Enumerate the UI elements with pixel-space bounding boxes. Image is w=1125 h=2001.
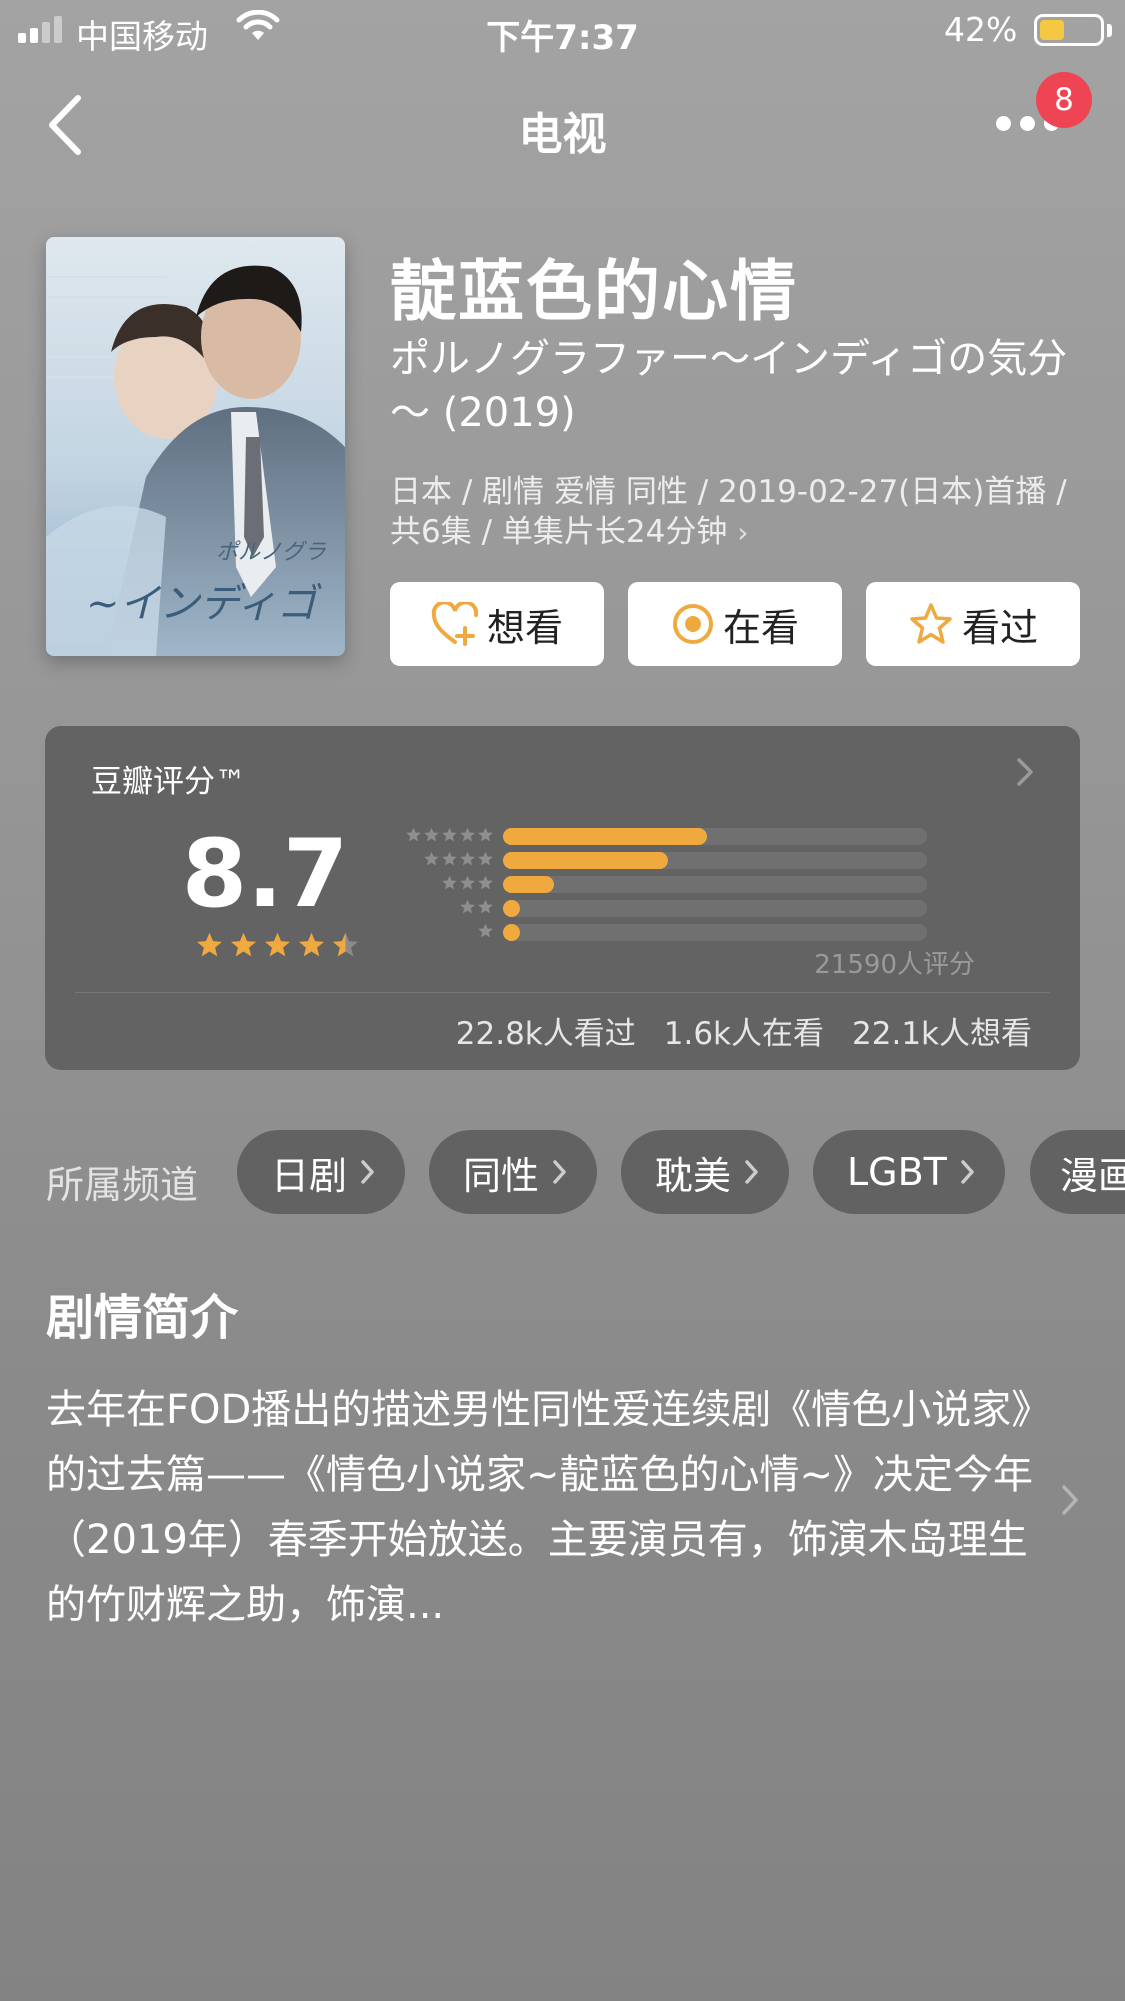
distribution-track [503, 924, 927, 941]
star-outline-icon [910, 603, 952, 644]
small-star-icon [478, 899, 493, 914]
battery-percentage: 42% [944, 10, 1018, 49]
channel-chip-manga[interactable]: 漫画 [1030, 1130, 1125, 1214]
movie-meta-info[interactable]: 日本 / 剧情 爱情 同性 / 2019-02-27(日本)首播 / 共6集 /… [390, 472, 1090, 553]
channel-chip-label: 日剧 [271, 1153, 348, 1198]
poster-caption-main: ~インディゴ [86, 581, 322, 627]
distribution-stars [477, 922, 494, 939]
movie-original-title: ポルノグラファー～インディゴの気分～ (2019) [390, 336, 1068, 436]
chevron-right-icon [961, 1160, 974, 1184]
notification-badge: 8 [1036, 72, 1092, 128]
distribution-stars [423, 850, 494, 867]
battery-icon [1034, 14, 1104, 46]
star-icon [197, 932, 222, 957]
star-icon [299, 932, 324, 957]
poster-image[interactable]: ポルノグラ ~インディゴ [46, 237, 345, 656]
synopsis-text[interactable]: 去年在FOD播出的描述男性同性爱连续剧《情色小说家》的过去篇——《情色小说家~靛… [46, 1378, 1036, 1638]
small-star-icon [442, 875, 457, 890]
small-star-icon [460, 899, 475, 914]
channels-label: 所属频道 [46, 1163, 199, 1207]
poster-caption-top: ポルノグラ [216, 540, 326, 565]
watching-count: 1.6k人在看 [663, 1016, 825, 1052]
small-star-icon [442, 851, 457, 866]
channel-chip-label: 耽美 [655, 1153, 732, 1198]
distribution-row [383, 826, 1083, 846]
small-star-icon [478, 851, 493, 866]
rating-card[interactable]: 豆瓣评分™ 8.7 21590人评分 22.8k人看过 1.6k人在看 22.1… [45, 726, 1080, 1070]
watched-label: 看过 [961, 605, 1038, 650]
channel-chip-lgbt[interactable]: LGBT [813, 1130, 1005, 1214]
star-icon [231, 932, 256, 957]
small-star-icon [442, 827, 457, 842]
small-star-icon [460, 875, 475, 890]
synopsis-title: 剧情简介 [46, 1290, 239, 1346]
heart-plus-icon [431, 602, 479, 646]
rating-stats: 22.8k人看过 1.6k人在看 22.1k人想看 [456, 1008, 1032, 1053]
status-bar: 中国移动 下午7:37 42% [0, 0, 1125, 60]
distribution-bar [503, 876, 554, 893]
chevron-right-icon [553, 1160, 566, 1184]
chevron-right-icon[interactable] [1058, 1480, 1082, 1520]
watched-button[interactable]: 看过 [866, 582, 1080, 666]
distribution-track [503, 828, 927, 845]
divider [75, 992, 1050, 993]
star-icon [265, 932, 290, 957]
watching-button[interactable]: 在看 [628, 582, 842, 666]
channel-chip-label: 漫画 [1060, 1153, 1125, 1198]
battery-tip [1107, 24, 1112, 37]
want-to-watch-button[interactable]: 想看 [390, 582, 604, 666]
channel-chip-bl[interactable]: 耽美 [621, 1130, 790, 1214]
distribution-track [503, 900, 927, 917]
distribution-bar [503, 828, 707, 845]
chevron-right-icon [745, 1160, 758, 1184]
chevron-right-icon: › [737, 516, 749, 549]
small-star-icon [424, 827, 439, 842]
watched-count: 22.8k人看过 [455, 1016, 636, 1052]
distribution-bar [503, 852, 668, 869]
channel-chip-jdrama[interactable]: 日剧 [237, 1130, 406, 1214]
distribution-row [383, 874, 1083, 894]
chevron-right-icon [361, 1160, 374, 1184]
channel-chip-label: LGBT [847, 1150, 947, 1194]
distribution-row [383, 898, 1083, 918]
small-star-icon [460, 851, 475, 866]
want-to-watch-label: 想看 [486, 605, 563, 650]
distribution-row [383, 922, 1083, 942]
rating-label: 豆瓣评分™ [91, 764, 246, 800]
distribution-bar [503, 900, 520, 917]
movie-meta-text: 日本 / 剧情 爱情 同性 / 2019-02-27(日本)首播 / 共6集 /… [390, 474, 1067, 550]
small-star-icon [406, 827, 421, 842]
distribution-stars [441, 874, 494, 891]
small-star-icon [478, 875, 493, 890]
small-star-icon [478, 923, 493, 938]
target-circle-icon [672, 604, 713, 644]
small-star-icon [478, 827, 493, 842]
movie-title: 靛蓝色的心情 [390, 253, 798, 330]
star-icon [333, 932, 358, 957]
distribution-row [383, 850, 1083, 870]
distribution-track [503, 852, 927, 869]
battery-level [1040, 20, 1064, 40]
chevron-right-icon [1017, 758, 1033, 786]
distribution-stars [459, 898, 494, 915]
distribution-stars [405, 826, 494, 843]
want-count: 22.1k人想看 [852, 1016, 1032, 1052]
rating-stars [195, 931, 360, 958]
rating-score: 8.7 [181, 820, 349, 929]
rating-count: 21590人评分 [814, 950, 975, 980]
distribution-track [503, 876, 927, 893]
channel-chip-gay[interactable]: 同性 [429, 1130, 598, 1214]
page-title: 电视 [518, 109, 607, 160]
small-star-icon [460, 827, 475, 842]
watching-label: 在看 [722, 605, 799, 650]
channel-chip-label: 同性 [463, 1153, 540, 1198]
distribution-bar [503, 924, 520, 941]
small-star-icon [424, 851, 439, 866]
